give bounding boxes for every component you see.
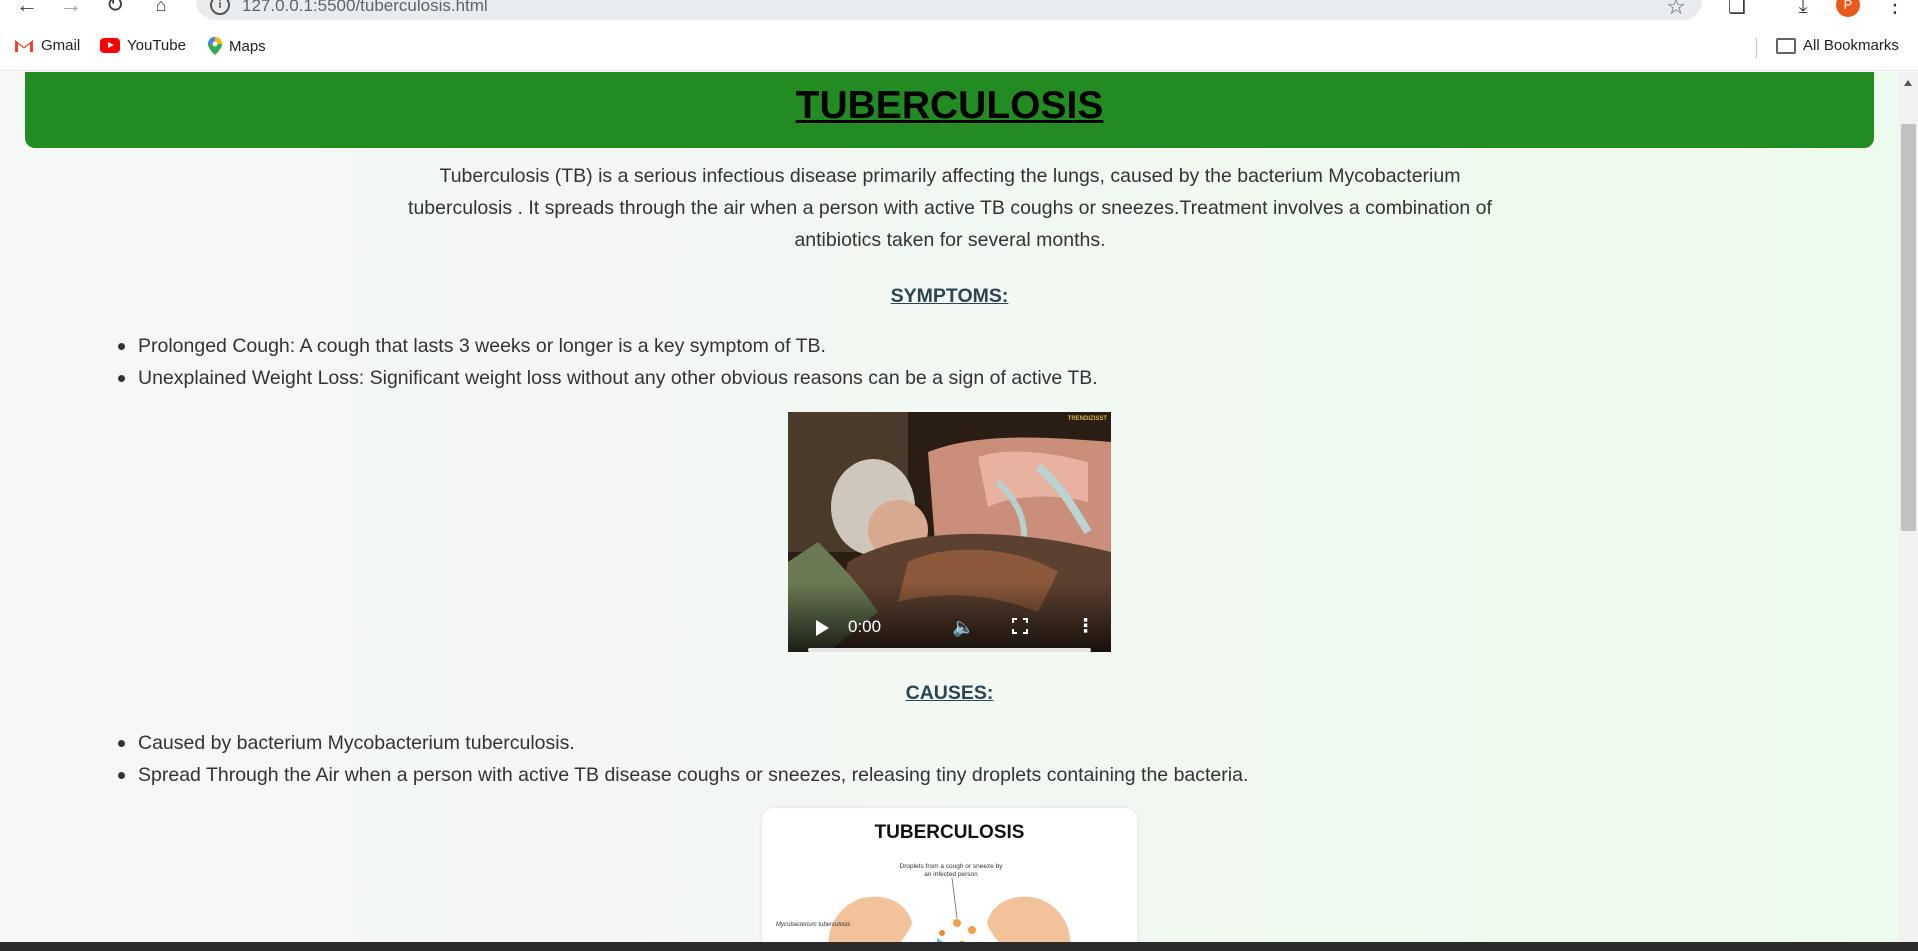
url-text[interactable]: 127.0.0.1:5500/tuberculosis.html <box>242 0 488 16</box>
taskbar-edge <box>0 942 1918 951</box>
play-icon[interactable] <box>816 620 829 636</box>
scroll-up-arrow-icon[interactable] <box>1904 80 1912 86</box>
extensions-icon[interactable]: ❏ <box>1724 0 1750 18</box>
bookmark-label: Gmail <box>41 37 81 54</box>
scroll-thumb[interactable] <box>1901 124 1916 531</box>
bookmark-star-icon[interactable]: ☆ <box>1666 0 1686 20</box>
home-icon[interactable]: ⌂ <box>146 0 176 18</box>
page-viewport: TUBERCULOSIS Tuberculosis (TB) is a seri… <box>0 72 1918 942</box>
browser-menu-icon[interactable]: ⋮ <box>1884 0 1906 18</box>
video-watermark: TRENDIZISST <box>1067 416 1107 422</box>
youtube-icon <box>100 38 120 53</box>
gmail-icon <box>14 38 34 53</box>
page-header: TUBERCULOSIS <box>25 72 1874 148</box>
page-scrollbar[interactable] <box>1899 72 1918 942</box>
folder-icon <box>1776 37 1796 54</box>
video-time: 0:00 <box>848 617 882 636</box>
all-bookmarks-button[interactable]: All Bookmarks <box>1776 37 1899 54</box>
browser-toolbar: ← → ↻ ⌂ i 127.0.0.1:5500/tuberculosis.ht… <box>0 0 1918 24</box>
list-item: Caused by bacterium Mycobacterium tuberc… <box>117 727 1248 759</box>
video-progress-bar[interactable] <box>808 648 1091 652</box>
forward-arrow-icon[interactable]: → <box>56 0 86 18</box>
infographic-bacterium-label: Mycobacterium tuberculosis <box>776 922 851 928</box>
site-info-icon[interactable]: i <box>210 0 230 15</box>
volume-icon[interactable]: 🔈 <box>952 617 974 638</box>
causes-heading: CAUSES: <box>905 682 994 704</box>
list-item: Unexplained Weight Loss: Significant wei… <box>118 362 1098 394</box>
bookmark-gmail[interactable]: Gmail <box>14 37 80 54</box>
infographic-title: TUBERCULOSIS <box>874 822 1025 843</box>
video-controls <box>788 582 1111 652</box>
bookmarks-divider <box>1756 38 1757 58</box>
bookmark-label: YouTube <box>127 37 186 54</box>
tuberculosis-infographic: TUBERCULOSIS Droplets from a cough or sn… <box>762 808 1137 942</box>
bookmark-label: Maps <box>229 37 266 55</box>
symptoms-heading: SYMPTOMS: <box>890 285 1009 307</box>
video-more-options-icon[interactable]: ⋮ <box>1076 615 1095 638</box>
video-player[interactable]: TRENDIZISST 0:00 🔈 ⋮ <box>788 412 1111 652</box>
symptoms-list: Prolonged Cough: A cough that lasts 3 we… <box>118 330 1098 394</box>
causes-list: Caused by bacterium Mycobacterium tuberc… <box>117 727 1248 791</box>
fullscreen-icon[interactable] <box>1012 618 1028 634</box>
infographic-illustration <box>828 877 1071 942</box>
list-item: Prolonged Cough: A cough that lasts 3 we… <box>118 330 1098 362</box>
download-icon[interactable]: ⤓ <box>1790 0 1816 18</box>
bookmark-youtube[interactable]: YouTube <box>100 37 186 54</box>
maps-icon <box>208 37 222 55</box>
list-item: Spread Through the Air when a person wit… <box>117 759 1248 791</box>
intro-paragraph: Tuberculosis (TB) is a serious infectiou… <box>408 165 1492 251</box>
back-arrow-icon[interactable]: ← <box>12 0 42 18</box>
bookmarks-bar: Gmail YouTube Maps All Bookmarks <box>0 24 1918 71</box>
page-title: TUBERCULOSIS <box>795 84 1104 127</box>
reload-icon[interactable]: ↻ <box>100 0 130 18</box>
profile-avatar[interactable]: P <box>1836 0 1860 17</box>
address-bar[interactable]: i 127.0.0.1:5500/tuberculosis.html ☆ <box>196 0 1702 20</box>
all-bookmarks-label: All Bookmarks <box>1803 37 1899 54</box>
bookmark-maps[interactable]: Maps <box>208 37 266 55</box>
